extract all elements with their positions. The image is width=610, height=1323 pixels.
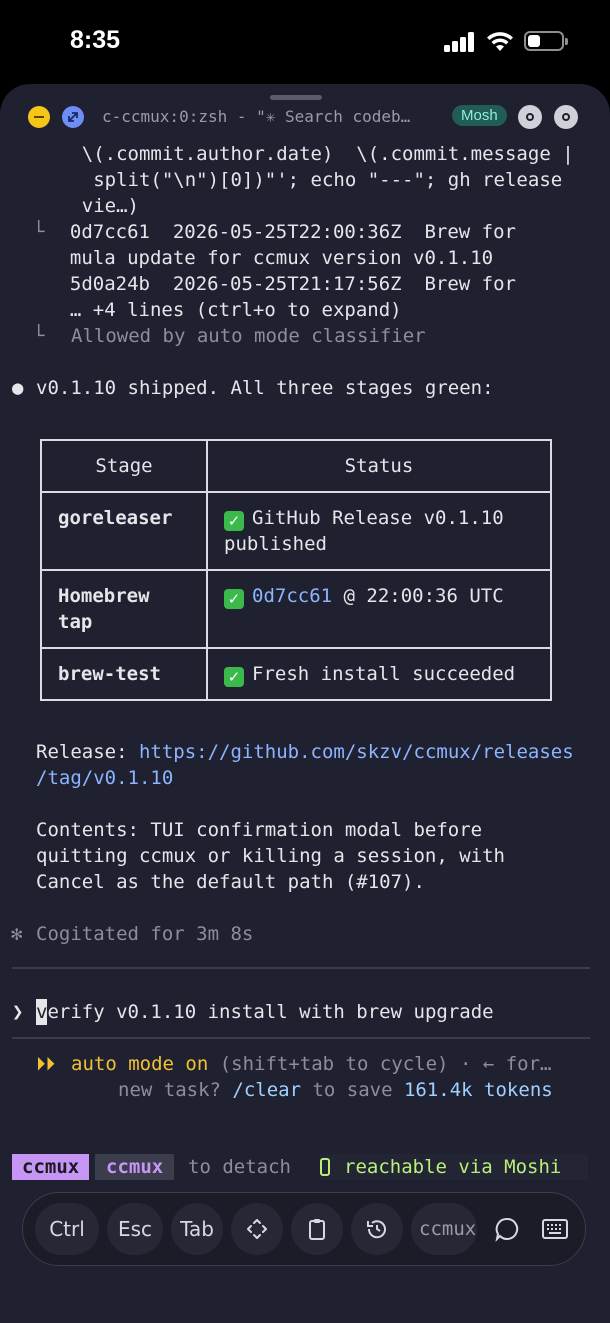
commit-hash-link[interactable]: 0d7cc61 — [252, 585, 332, 607]
phone-icon — [320, 1158, 330, 1176]
mode-hint: (shift+tab to cycle) · ← for… — [208, 1053, 552, 1075]
session-key[interactable]: ccmux — [411, 1203, 477, 1255]
arrows-key[interactable] — [231, 1203, 283, 1255]
prompt-text: erify v0.1.10 install with brew upgrade — [47, 1001, 494, 1023]
wifi-icon — [487, 32, 513, 51]
clipboard-icon — [309, 1219, 325, 1240]
divider — [12, 967, 590, 969]
divider — [12, 1037, 590, 1039]
stage-name: brew-test — [58, 663, 161, 685]
tree-corner-icon: └ — [33, 221, 45, 243]
contents-line: quitting ccmux or killing a session, wit… — [36, 845, 505, 867]
key-toolbar: Ctrl Esc Tab ccmux — [22, 1192, 586, 1266]
output-line: \(.commit.author.date) \(.commit.message… — [36, 143, 574, 165]
chat-bubble-icon — [495, 1217, 519, 1242]
tmux-session-tag: ccmux — [12, 1154, 90, 1180]
allowed-line: Allowed by auto mode classifier — [71, 325, 426, 347]
output-line: 5d0a24b 2026-05-25T21:17:56Z Brew for — [47, 273, 516, 295]
paste-key[interactable] — [291, 1203, 343, 1255]
summary-line: v0.1.10 shipped. All three stages green: — [36, 377, 494, 399]
status-text: published — [224, 533, 327, 555]
header-status: Status — [206, 439, 552, 493]
cogitated-line: Cogitated for 3m 8s — [36, 923, 254, 945]
new-task-text: new task? — [118, 1079, 233, 1101]
expand-button[interactable] — [62, 106, 84, 128]
output-line: 0d7cc61 2026-05-25T22:00:36Z Brew for — [47, 221, 516, 243]
history-key[interactable] — [351, 1203, 403, 1255]
output-line: … +4 lines (ctrl+o to expand) — [47, 299, 402, 321]
branch-button[interactable] — [518, 105, 542, 129]
expand-arrows-icon — [68, 112, 78, 122]
keyboard-icon — [542, 1219, 568, 1239]
history-icon — [367, 1220, 386, 1239]
header-stage: Stage — [40, 439, 208, 493]
prompt-input[interactable]: verify v0.1.10 install with brew upgrade — [36, 999, 494, 1025]
table-row: Homebrew tap ✓ 0d7cc61 @ 22:00:36 UTC — [40, 569, 552, 649]
token-count: 161.4k tokens — [403, 1079, 553, 1101]
move-arrows-icon — [247, 1219, 267, 1239]
prompt-chevron-icon: ❯ — [12, 1001, 24, 1023]
check-icon: ✓ — [224, 511, 244, 531]
text-cursor: v — [36, 999, 48, 1025]
mode-line-2: new task? /clear to save 161.4k tokens — [118, 1077, 553, 1103]
window-title: c-ccmux:0:zsh - "✳ Search codeb… — [102, 107, 411, 126]
terminal-sheet: c-ccmux:0:zsh - "✳ Search codeb… Mosh \(… — [0, 84, 610, 1323]
fast-forward-icon: ⏵⏵ — [36, 1053, 56, 1075]
cellular-signal-icon — [444, 32, 476, 52]
table-row: goreleaser ✓ GitHub Release v0.1.10 publis… — [40, 491, 552, 571]
chat-key[interactable] — [481, 1203, 533, 1255]
release-url-cont[interactable]: /tag/v0.1.10 — [36, 765, 173, 791]
stage-name: Homebrew — [58, 585, 150, 607]
status-text: GitHub Release v0.1.10 — [252, 507, 504, 529]
reachable-text: reachable via Moshi — [344, 1156, 562, 1178]
compass-button[interactable] — [554, 105, 578, 129]
battery-icon — [524, 31, 568, 51]
mode-line: auto mode on (shift+tab to cycle) · ← fo… — [71, 1051, 551, 1077]
sheet-grabber[interactable] — [270, 95, 322, 100]
output-line: split("\n")[0])"'; echo "---"; gh releas… — [36, 169, 563, 191]
check-icon: ✓ — [224, 667, 244, 687]
release-line: Release: https://github.com/skzv/ccmux/r… — [36, 739, 574, 765]
table-row: brew-test ✓ Fresh install succeeded — [40, 647, 552, 701]
keyboard-key[interactable] — [529, 1203, 581, 1255]
esc-key[interactable]: Esc — [107, 1203, 163, 1255]
release-label: Release: — [36, 741, 128, 763]
check-icon: ✓ — [224, 589, 244, 609]
ctrl-key[interactable]: Ctrl — [35, 1203, 99, 1255]
mosh-badge: Mosh — [452, 105, 507, 126]
status-text: Fresh install succeeded — [252, 663, 516, 685]
spinner-icon: ✻ — [11, 923, 23, 945]
minimize-button[interactable] — [28, 106, 50, 128]
tmux-window-tag: ccmux — [95, 1154, 175, 1180]
stages-table: Stage Status goreleaser ✓ GitHub Release … — [40, 439, 552, 701]
release-url[interactable]: https://github.com/skzv/ccmux/releases — [139, 741, 574, 763]
contents-line: Cancel as the default path (#107). — [36, 871, 425, 893]
bullet-icon: ● — [12, 377, 24, 399]
tab-key[interactable]: Tab — [171, 1203, 223, 1255]
tree-corner-icon: └ — [33, 325, 45, 347]
table-header-row: Stage Status — [40, 439, 552, 493]
status-text: @ 22:00:36 UTC — [332, 585, 504, 607]
stage-name: goreleaser — [58, 507, 173, 529]
auto-mode-label: auto mode on — [71, 1053, 209, 1075]
status-bar: 8:35 — [0, 0, 610, 84]
output-line: mula update for ccmux version v0.1.10 — [47, 247, 494, 269]
output-line: vie…) — [36, 195, 139, 217]
detach-hint: to detach — [188, 1156, 291, 1178]
status-time: 8:35 — [70, 26, 121, 54]
contents-line: Contents: TUI confirmation modal before — [36, 819, 483, 841]
save-text: to save — [301, 1079, 404, 1101]
reachable-status: reachable via Moshi — [320, 1154, 588, 1180]
stage-name: tap — [58, 611, 93, 633]
clear-command: /clear — [232, 1079, 302, 1101]
